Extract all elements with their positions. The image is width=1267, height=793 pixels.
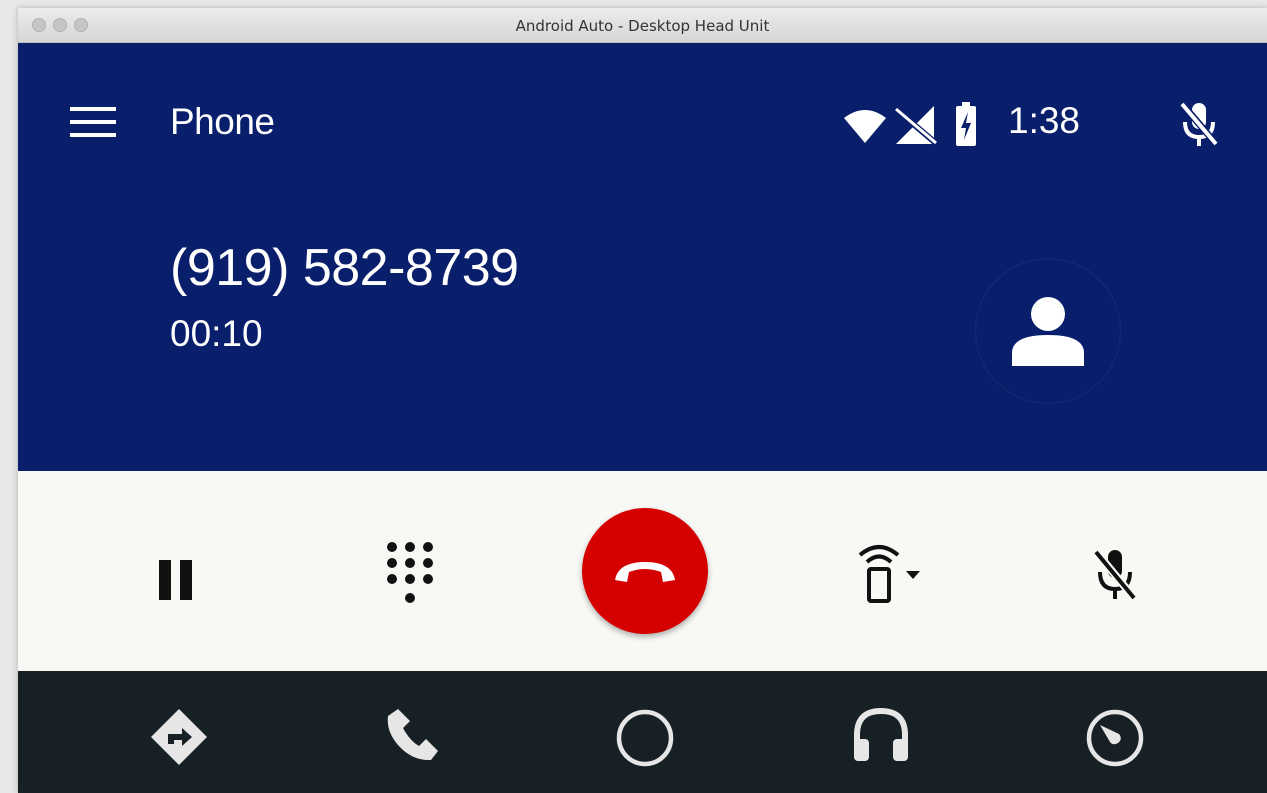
navigation-icon[interactable]: [148, 706, 210, 768]
phone-icon[interactable]: [382, 705, 442, 765]
dialpad-icon[interactable]: [384, 539, 436, 609]
dashboard-icon[interactable]: [1084, 707, 1146, 769]
window-title: Android Auto - Desktop Head Unit: [515, 17, 770, 35]
app-window: Android Auto - Desktop Head Unit Phone 1…: [18, 8, 1267, 793]
call-header: Phone 1:38 (919) 582-8739 00:10: [18, 43, 1267, 471]
person-icon: [1012, 297, 1084, 366]
mic-off-icon[interactable]: [1090, 547, 1140, 605]
call-controls: [18, 471, 1267, 671]
bottom-nav-bar: [18, 671, 1267, 793]
audio-source-icon[interactable]: [854, 541, 926, 603]
end-call-icon: [615, 562, 675, 582]
title-bar[interactable]: Android Auto - Desktop Head Unit: [18, 8, 1267, 43]
home-icon[interactable]: [614, 707, 676, 769]
app-title: Phone: [170, 101, 275, 142]
no-signal-icon: [895, 106, 940, 145]
battery-charging-icon: [956, 102, 976, 146]
call-duration: 00:10: [170, 313, 263, 354]
clock: 1:38: [1008, 100, 1081, 141]
phone-number: (919) 582-8739: [170, 239, 519, 297]
avatar: [976, 259, 1120, 403]
pause-icon[interactable]: [156, 558, 196, 602]
mic-off-icon[interactable]: [1178, 101, 1220, 149]
headphones-icon[interactable]: [851, 705, 911, 765]
end-call-button[interactable]: [582, 508, 708, 634]
wifi-icon: [844, 110, 886, 143]
menu-icon[interactable]: [70, 105, 116, 139]
